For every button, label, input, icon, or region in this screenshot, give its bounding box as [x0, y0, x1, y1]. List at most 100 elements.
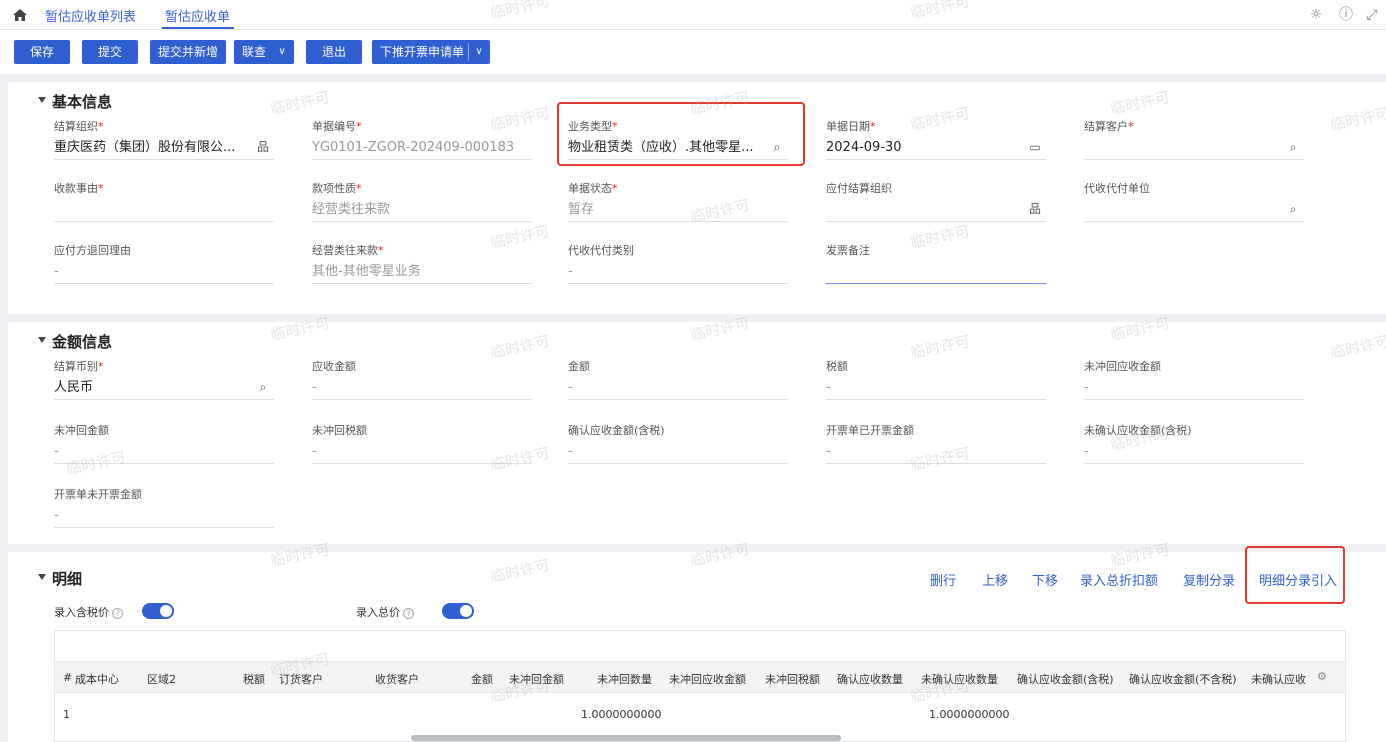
- field-value-input[interactable]: 经营类往来款: [312, 200, 532, 222]
- field-label-text: 确认应收金额(含税): [568, 424, 665, 437]
- delete-row-link[interactable]: 删行: [930, 570, 956, 589]
- column-header: 未冲回金额: [509, 673, 564, 686]
- field-value-input[interactable]: ⌕: [1084, 138, 1304, 160]
- field-label: 结算币别*: [54, 358, 274, 374]
- push-invoice-request-button[interactable]: 下推开票申请单 ∨: [372, 40, 490, 64]
- field-label: 单据日期*: [826, 118, 1046, 134]
- field-label-text: 未冲回税额: [312, 424, 367, 437]
- field-value-text: -: [826, 444, 831, 459]
- tax-price-toggle-label: 录入含税价?: [54, 604, 123, 620]
- field-label-text: 未冲回应收金额: [1084, 360, 1161, 373]
- tax-price-toggle[interactable]: [142, 603, 174, 619]
- submit-button[interactable]: 提交: [82, 40, 138, 64]
- field-value-input[interactable]: 人民币 ⌕: [54, 378, 274, 400]
- field-label-text: 结算币别: [54, 360, 98, 373]
- move-up-link[interactable]: 上移: [982, 570, 1008, 589]
- field-value-input[interactable]: -: [568, 262, 788, 284]
- fullscreen-icon[interactable]: ⤢: [1364, 7, 1380, 23]
- light-bulb-icon[interactable]: ☼: [1308, 7, 1324, 23]
- settings-gear-icon[interactable]: ⚙: [1317, 670, 1327, 683]
- search-icon[interactable]: ⌕: [1286, 140, 1300, 154]
- field-label-text: 单据日期: [826, 120, 870, 133]
- save-button[interactable]: 保存: [14, 40, 70, 64]
- field-value-input[interactable]: [826, 262, 1046, 284]
- field-value-input[interactable]: 品: [826, 200, 1046, 222]
- field-value-input[interactable]: YG0101-ZGOR-202409-000183: [312, 138, 532, 160]
- form-field: 收款事由*: [54, 180, 274, 222]
- form-field: 税额 -: [826, 358, 1046, 400]
- help-icon[interactable]: ⓘ: [1338, 7, 1354, 23]
- required-marker: *: [98, 182, 104, 195]
- required-marker: *: [612, 182, 618, 195]
- required-marker: *: [356, 182, 362, 195]
- field-label: 未冲回税额: [312, 422, 532, 438]
- column-header: 未冲回税额: [765, 673, 820, 686]
- home-icon[interactable]: [12, 7, 28, 23]
- form-field: 结算币别* 人民币 ⌕: [54, 358, 274, 400]
- field-value-text: 其他-其他零星业务: [312, 264, 421, 279]
- query-button-label: 联查: [242, 45, 267, 59]
- tab-estimate-receivable[interactable]: 暂估应收单: [165, 6, 230, 25]
- field-label-text: 发票备注: [826, 244, 870, 257]
- required-marker: *: [1128, 120, 1134, 133]
- query-dropdown-button[interactable]: 联查 ∨: [234, 40, 294, 64]
- field-value-input[interactable]: -: [54, 442, 274, 464]
- org-tree-icon[interactable]: 品: [256, 140, 270, 154]
- column-header: 收货客户: [375, 673, 419, 686]
- help-icon: ?: [403, 607, 414, 619]
- collapse-caret-icon[interactable]: [38, 97, 46, 103]
- field-value-input[interactable]: -: [568, 442, 788, 464]
- field-value-input[interactable]: -: [54, 506, 274, 528]
- active-tab-indicator: [162, 27, 234, 29]
- field-value-text: 2024-09-30: [826, 140, 902, 155]
- field-label: 未确认应收金额(含税): [1084, 422, 1304, 438]
- copy-entry-link[interactable]: 复制分录: [1183, 570, 1235, 589]
- exit-button-label: 退出: [321, 45, 346, 59]
- field-value-input[interactable]: -: [1084, 442, 1304, 464]
- field-value-text: -: [568, 380, 573, 395]
- total-price-toggle[interactable]: [442, 603, 474, 619]
- unconfirmed-qty-cell[interactable]: 1.0000000000: [929, 708, 1009, 721]
- total-discount-link[interactable]: 录入总折扣额: [1080, 570, 1158, 589]
- field-value-input[interactable]: -: [1084, 378, 1304, 400]
- search-icon[interactable]: ⌕: [1286, 202, 1300, 216]
- field-value-input[interactable]: [54, 200, 274, 222]
- org-tree-icon[interactable]: 品: [1028, 202, 1042, 216]
- column-header: 未冲回数量: [597, 673, 652, 686]
- search-icon[interactable]: ⌕: [256, 380, 270, 394]
- table-header-row: # 成本中心 区域2 税额 订货客户 收货客户 金额 未冲回金额 未冲回数量 未…: [55, 661, 1345, 693]
- field-value-input[interactable]: -: [568, 378, 788, 400]
- field-label-text: 结算客户: [1084, 120, 1128, 133]
- field-label: 结算客户*: [1084, 118, 1304, 134]
- unreversed-qty-cell[interactable]: 1.0000000000: [581, 708, 661, 721]
- field-value-text: -: [312, 380, 317, 395]
- field-value-input[interactable]: -: [826, 378, 1046, 400]
- chevron-down-icon[interactable]: ∨: [471, 40, 487, 64]
- tab-estimate-list[interactable]: 暂估应收单列表: [45, 6, 136, 25]
- section-title-amount: 金额信息: [52, 333, 113, 351]
- detail-section: 明细 删行 上移 下移 录入总折扣额 复制分录 明细分录引入 录入含税价? 录入…: [8, 546, 1386, 742]
- field-value-input[interactable]: 暂存: [568, 200, 788, 222]
- submit-and-new-button[interactable]: 提交并新增: [150, 40, 226, 64]
- field-label: 未冲回金额: [54, 422, 274, 438]
- field-value-input[interactable]: ⌕: [1084, 200, 1304, 222]
- required-marker: *: [98, 120, 104, 133]
- required-marker: *: [356, 120, 362, 133]
- move-down-link[interactable]: 下移: [1032, 570, 1058, 589]
- column-header: 税额: [243, 673, 265, 686]
- form-field: 结算客户* ⌕: [1084, 118, 1304, 160]
- field-value-input[interactable]: -: [312, 442, 532, 464]
- collapse-caret-icon[interactable]: [38, 574, 46, 580]
- calendar-icon[interactable]: ▭: [1028, 140, 1042, 154]
- field-value-input[interactable]: 2024-09-30 ▭: [826, 138, 1046, 160]
- horizontal-scrollbar[interactable]: [411, 735, 841, 741]
- field-value-input[interactable]: 重庆医药（集团）股份有限公... 品: [54, 138, 274, 160]
- field-value-input[interactable]: -: [54, 262, 274, 284]
- field-value-input[interactable]: 其他-其他零星业务: [312, 262, 532, 284]
- field-label-text: 结算组织: [54, 120, 98, 133]
- field-value-input[interactable]: -: [826, 442, 1046, 464]
- required-marker: *: [98, 360, 104, 373]
- collapse-caret-icon[interactable]: [38, 337, 46, 343]
- field-value-input[interactable]: -: [312, 378, 532, 400]
- exit-button[interactable]: 退出: [306, 40, 362, 64]
